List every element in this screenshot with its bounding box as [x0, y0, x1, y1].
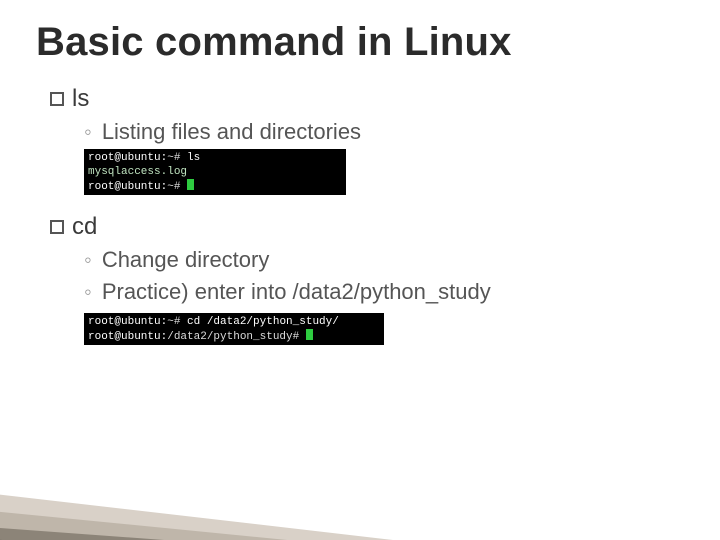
bullet-box-icon [50, 92, 64, 106]
term-path: ~# [167, 181, 180, 193]
cursor-icon [187, 179, 194, 190]
sub-text: Change directory [102, 247, 270, 273]
bullet-cd: cd ◦ Change directory ◦ Practice) enter … [50, 213, 684, 345]
bullet-ls: ls ◦ Listing files and directories root@… [50, 85, 684, 195]
chevron-icon: ◦ [84, 247, 92, 273]
slide-title: Basic command in Linux [36, 20, 684, 65]
term-prompt: root@ubuntu: [88, 331, 167, 343]
sub-text: Listing files and directories [102, 119, 361, 145]
term-prompt: root@ubuntu: [88, 152, 167, 164]
term-path: ~# [167, 152, 180, 164]
decorative-wedge-icon [0, 430, 480, 540]
bullet-box-icon [50, 220, 64, 234]
term-cmd: ls [180, 152, 200, 164]
sub-cd-0: ◦ Change directory [84, 247, 684, 273]
term-prompt: root@ubuntu: [88, 316, 167, 328]
chevron-icon: ◦ [84, 279, 92, 305]
sub-ls-0: ◦ Listing files and directories [84, 119, 684, 145]
sub-text: Practice) enter into /data2/python_study [102, 279, 491, 305]
term-path: ~# [167, 316, 180, 328]
term-output: mysqlaccess.log [88, 166, 187, 178]
bullet-head-ls: ls [50, 85, 684, 113]
cursor-icon [306, 329, 313, 340]
bullet-cmd: ls [72, 85, 89, 113]
terminal-ls: root@ubuntu:~# ls mysqlaccess.log root@u… [84, 149, 346, 195]
bullet-head-cd: cd [50, 213, 684, 241]
slide: Basic command in Linux ls ◦ Listing file… [0, 0, 720, 540]
term-cmd: cd /data2/python_study/ [180, 316, 338, 328]
terminal-cd: root@ubuntu:~# cd /data2/python_study/ r… [84, 313, 384, 345]
term-path: /data2/python_study# [167, 331, 299, 343]
term-prompt: root@ubuntu: [88, 181, 167, 193]
sub-cd-1: ◦ Practice) enter into /data2/python_stu… [84, 279, 684, 305]
bullet-cmd: cd [72, 213, 97, 241]
chevron-icon: ◦ [84, 119, 92, 145]
